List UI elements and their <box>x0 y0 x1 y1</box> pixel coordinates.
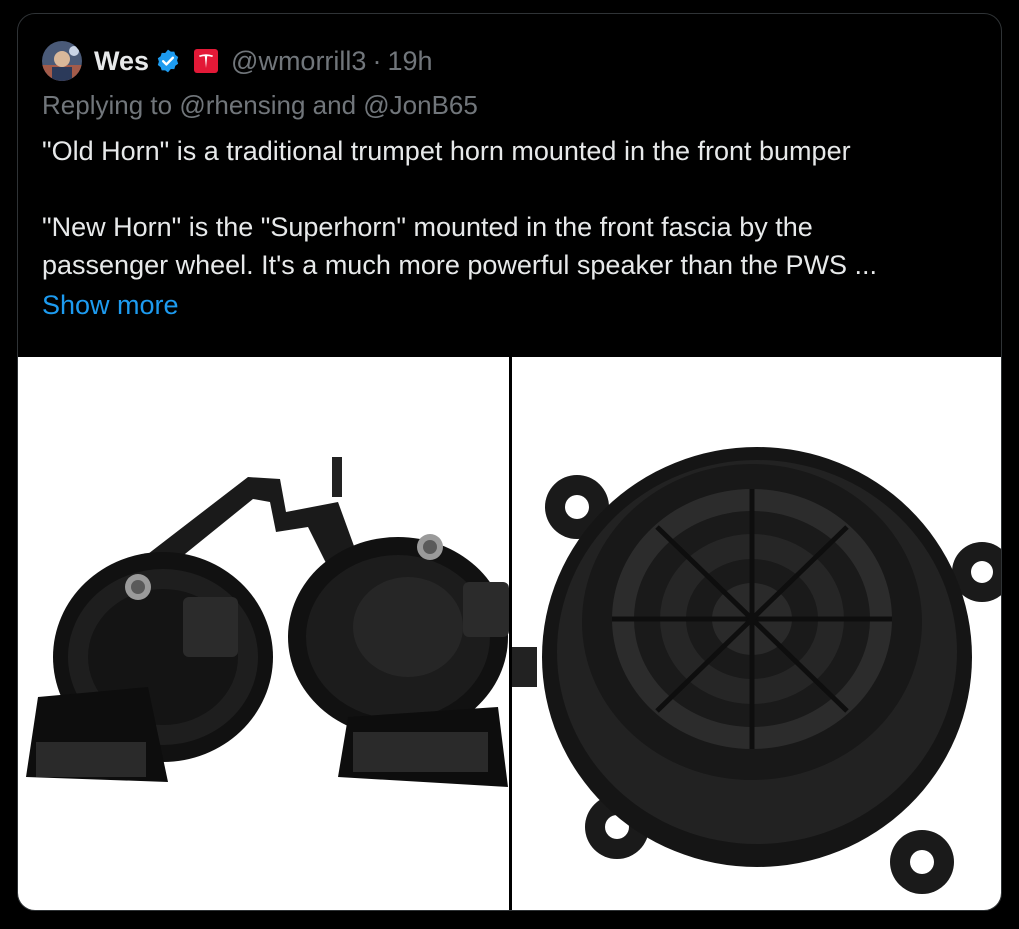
author-handle[interactable]: @wmorrill3 <box>231 46 366 77</box>
reply-conjunction: and <box>305 90 364 120</box>
verified-badge-icon <box>155 48 181 74</box>
tesla-logo-icon[interactable] <box>193 48 219 74</box>
tweet-text: "Old Horn" is a traditional trumpet horn… <box>42 132 982 284</box>
author-avatar[interactable] <box>42 41 82 81</box>
tweet-card[interactable]: Wes @wmorrill3 · 19h Replying to @rhensi… <box>17 13 1002 911</box>
show-more-link[interactable]: Show more <box>42 290 179 321</box>
author-name[interactable]: Wes <box>94 46 149 77</box>
tweet-media <box>18 357 1001 910</box>
tweet-text-line: passenger wheel. It's a much more powerf… <box>42 250 878 280</box>
tweet-header: Wes @wmorrill3 · 19h <box>42 41 433 81</box>
reply-mention-rhensing[interactable]: @rhensing <box>179 90 305 120</box>
replying-to: Replying to @rhensing and @JonB65 <box>42 90 478 121</box>
tweet-text-line: "New Horn" is the "Superhorn" mounted in… <box>42 212 813 242</box>
tweet-text-line: "Old Horn" is a traditional trumpet horn… <box>42 136 851 166</box>
tweet-timestamp[interactable]: 19h <box>387 46 432 77</box>
reply-mention-jonb65[interactable]: @JonB65 <box>363 90 478 120</box>
separator-dot: · <box>372 45 382 76</box>
superhorn-speaker-photo[interactable] <box>512 357 1001 910</box>
replying-prefix: Replying to <box>42 90 180 120</box>
old-horn-photo[interactable] <box>18 357 509 910</box>
